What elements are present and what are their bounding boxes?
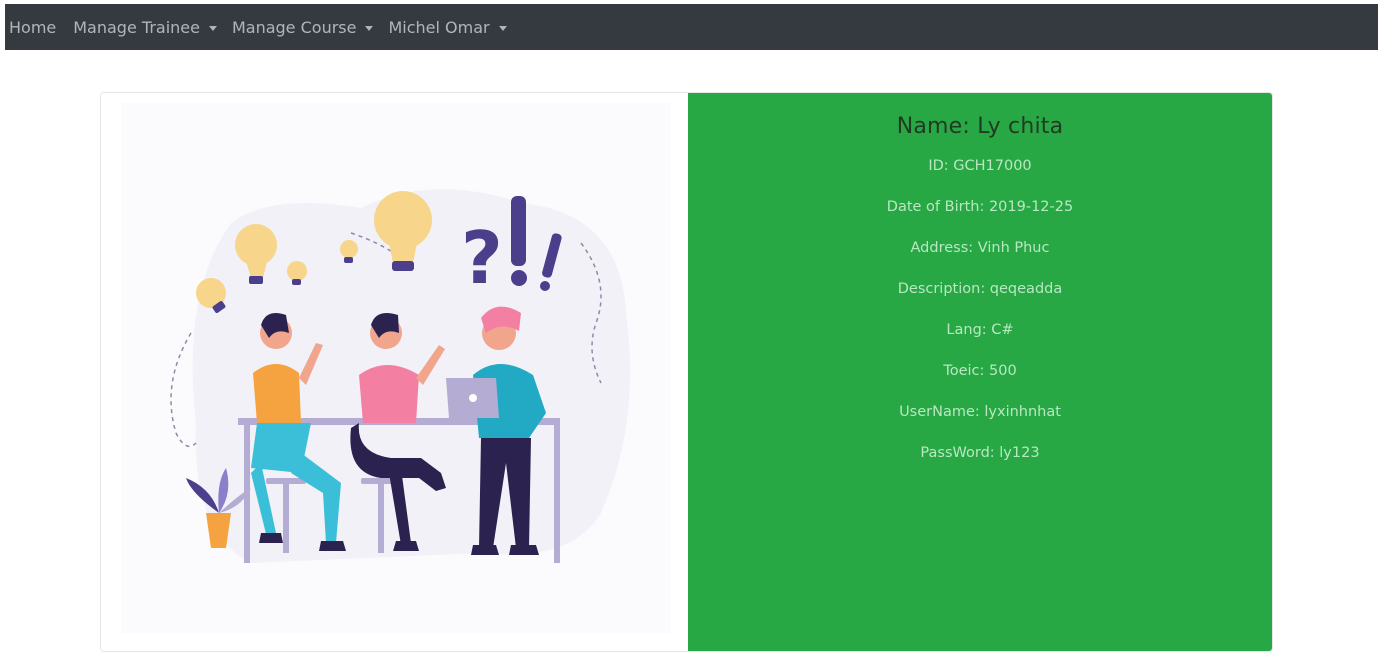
trainee-profile-card: ? Name: Ly chita ID: GCH17000 Date of Bi… <box>100 92 1273 652</box>
trainee-username: UserName: lyxinhnhat <box>899 404 1061 420</box>
nav-user-dropdown[interactable]: Michel Omar <box>388 17 507 37</box>
nav-manage-course-label: Manage Course <box>231 17 357 37</box>
trainee-details-panel: Name: Ly chita ID: GCH17000 Date of Birt… <box>688 93 1272 651</box>
trainee-toeic: Toeic: 500 <box>943 363 1017 379</box>
trainee-lang: Lang: C# <box>946 322 1014 338</box>
question-mark-icon: ? <box>461 216 503 300</box>
caret-down-icon <box>498 25 507 31</box>
trainee-password: PassWord: ly123 <box>920 445 1040 461</box>
caret-down-icon <box>365 25 374 31</box>
trainee-address: Address: Vinh Phuc <box>910 240 1050 256</box>
nav-manage-trainee-label: Manage Trainee <box>73 17 200 37</box>
nav-manage-trainee-dropdown[interactable]: Manage Trainee <box>73 18 217 37</box>
top-navbar: Home Manage Trainee Manage Course Michel… <box>5 4 1378 50</box>
trainee-description: Description: qeqeadda <box>897 281 1063 297</box>
trainee-id: ID: GCH17000 <box>928 158 1032 174</box>
trainee-dob: Date of Birth: 2019-12-25 <box>886 199 1074 215</box>
trainee-name: Name: Ly chita <box>896 114 1064 139</box>
team-brainstorm-illustration: ? <box>121 103 671 633</box>
caret-down-icon <box>208 25 217 31</box>
illustration-panel: ? <box>101 93 688 651</box>
nav-manage-course-dropdown[interactable]: Manage Course <box>232 18 374 37</box>
nav-user-label: Michel Omar <box>388 17 490 37</box>
nav-home-link[interactable]: Home <box>9 18 56 37</box>
